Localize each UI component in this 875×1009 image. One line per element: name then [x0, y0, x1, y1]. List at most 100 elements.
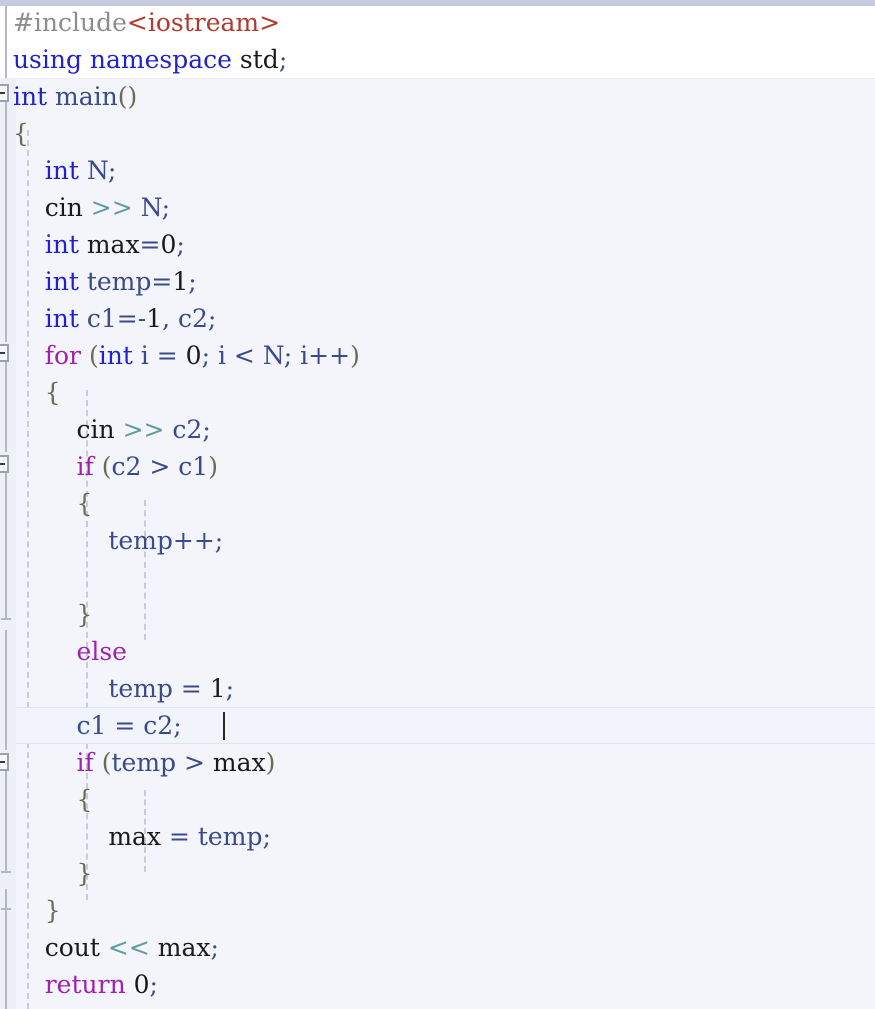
- code-line[interactable]: #include<iostream>: [0, 4, 875, 41]
- code-line[interactable]: int main(): [0, 78, 875, 115]
- code-token: }: [76, 859, 93, 888]
- code-token: int: [44, 156, 87, 185]
- code-token: ;: [107, 156, 117, 185]
- code-token: (): [117, 82, 138, 111]
- code-token: N: [132, 193, 162, 222]
- code-token: (: [88, 341, 99, 370]
- code-token: std: [239, 45, 279, 74]
- code-token: N: [262, 341, 284, 370]
- code-token: c1: [178, 452, 209, 481]
- code-line[interactable]: cout << max;: [0, 929, 875, 966]
- code-line[interactable]: {: [0, 781, 875, 818]
- code-line[interactable]: cin >> N;: [0, 189, 875, 226]
- code-token: int: [44, 304, 87, 333]
- code-token: =: [180, 674, 210, 703]
- code-token: ;: [210, 933, 219, 962]
- code-token: i: [217, 341, 234, 370]
- code-token: main: [55, 82, 118, 111]
- code-token: }: [76, 600, 93, 629]
- code-line[interactable]: c1 = c2;: [0, 707, 875, 744]
- code-token: ;: [173, 711, 182, 740]
- code-line[interactable]: int temp=1;: [0, 263, 875, 300]
- code-token: int: [98, 341, 141, 370]
- code-token: cin: [44, 193, 91, 222]
- code-line[interactable]: {: [0, 115, 875, 152]
- code-line[interactable]: if (temp > max): [0, 744, 875, 781]
- code-line[interactable]: for (int i = 0; i < N; i++): [0, 337, 875, 374]
- code-line[interactable]: else: [0, 633, 875, 670]
- code-token: ;: [161, 193, 171, 222]
- code-line[interactable]: max = temp;: [0, 818, 875, 855]
- fold-main-collapse-icon[interactable]: [0, 84, 9, 102]
- code-token: max: [108, 822, 169, 851]
- code-text-area[interactable]: #include<iostream> using namespace std; …: [0, 0, 875, 1009]
- code-token: else: [76, 637, 127, 666]
- fold-if-collapse-icon[interactable]: [0, 455, 9, 473]
- code-token: <iostream>: [126, 8, 281, 37]
- fold-if-temp-collapse-icon[interactable]: [0, 753, 9, 771]
- code-token: temp: [86, 267, 152, 296]
- code-token: ;: [202, 415, 211, 444]
- code-token: <<: [107, 933, 150, 962]
- code-line[interactable]: int N;: [0, 152, 875, 189]
- code-line[interactable]: temp++;: [0, 522, 875, 559]
- code-token: 0: [185, 341, 202, 370]
- code-token: >: [149, 452, 179, 481]
- code-token: {: [44, 378, 61, 407]
- code-token: max: [86, 230, 140, 259]
- code-editor[interactable]: #include<iostream> using namespace std; …: [0, 0, 875, 1009]
- code-token: max: [212, 748, 266, 777]
- code-token: ;: [283, 341, 301, 370]
- code-line[interactable]: }: [0, 892, 875, 929]
- code-token: =: [114, 711, 144, 740]
- code-token: ;: [225, 674, 235, 703]
- code-token: {: [76, 785, 93, 814]
- code-token: {: [76, 489, 93, 518]
- code-token: temp: [111, 748, 184, 777]
- code-token: =: [156, 341, 186, 370]
- code-token: ;: [188, 267, 197, 296]
- code-line[interactable]: }: [0, 855, 875, 892]
- code-token: if: [76, 452, 102, 481]
- code-token: ;: [201, 341, 218, 370]
- fold-for-collapse-icon[interactable]: [0, 344, 9, 362]
- code-token: ;: [262, 822, 271, 851]
- code-line[interactable]: int max=0;: [0, 226, 875, 263]
- text-caret: [223, 712, 226, 740]
- code-line[interactable]: {: [0, 485, 875, 522]
- code-line[interactable]: using namespace std;: [0, 41, 875, 78]
- code-line[interactable]: }: [0, 596, 875, 633]
- code-token: <: [233, 341, 263, 370]
- code-token: c2: [164, 415, 203, 444]
- code-line[interactable]: int c1=-1, c2;: [0, 300, 875, 337]
- code-line[interactable]: {: [0, 374, 875, 411]
- code-line[interactable]: cin >> c2;: [0, 411, 875, 448]
- code-token: i: [140, 341, 157, 370]
- code-token: 1: [209, 674, 226, 703]
- code-token: max: [149, 933, 211, 962]
- code-line[interactable]: [0, 559, 875, 596]
- code-token: =: [168, 822, 198, 851]
- code-token: if: [76, 748, 102, 777]
- code-token: ;: [149, 970, 158, 999]
- code-line[interactable]: temp = 1;: [0, 670, 875, 707]
- code-token: temp: [108, 674, 181, 703]
- code-line[interactable]: return 0;: [0, 966, 875, 1003]
- code-token: int: [44, 230, 87, 259]
- code-token: i: [300, 341, 309, 370]
- code-token: (: [101, 748, 112, 777]
- code-token: >>: [90, 193, 133, 222]
- code-line[interactable]: if (c2 > c1): [0, 448, 875, 485]
- code-token: cout: [44, 933, 108, 962]
